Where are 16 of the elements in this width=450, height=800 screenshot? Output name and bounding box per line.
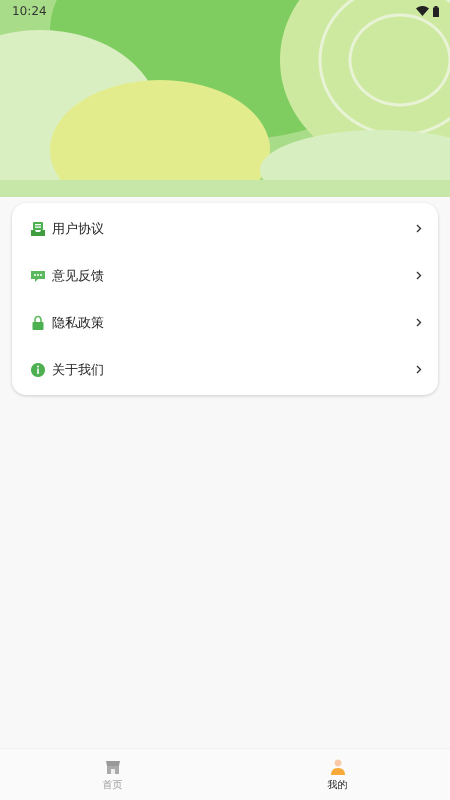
info-icon bbox=[30, 362, 46, 378]
nav-tab[interactable]: 我的 bbox=[225, 749, 450, 800]
menu-item[interactable]: 关于我们 bbox=[52, 360, 416, 378]
chevron-right-icon bbox=[416, 224, 422, 233]
status-time: 10:24 bbox=[12, 4, 47, 18]
menu-item[interactable]: 隐私政策 bbox=[52, 314, 416, 332]
chevron-right-icon bbox=[416, 365, 422, 374]
person-icon bbox=[328, 758, 346, 776]
lock-icon bbox=[30, 314, 46, 330]
menu-item[interactable]: 用户协议 bbox=[52, 220, 416, 238]
wifi-icon bbox=[416, 6, 429, 16]
inbox-icon bbox=[30, 220, 46, 236]
battery-icon bbox=[433, 6, 439, 16]
menu-item[interactable]: 意见反馈 bbox=[52, 266, 416, 284]
chevron-right-icon bbox=[416, 271, 422, 280]
chevron-right-icon bbox=[416, 318, 422, 327]
